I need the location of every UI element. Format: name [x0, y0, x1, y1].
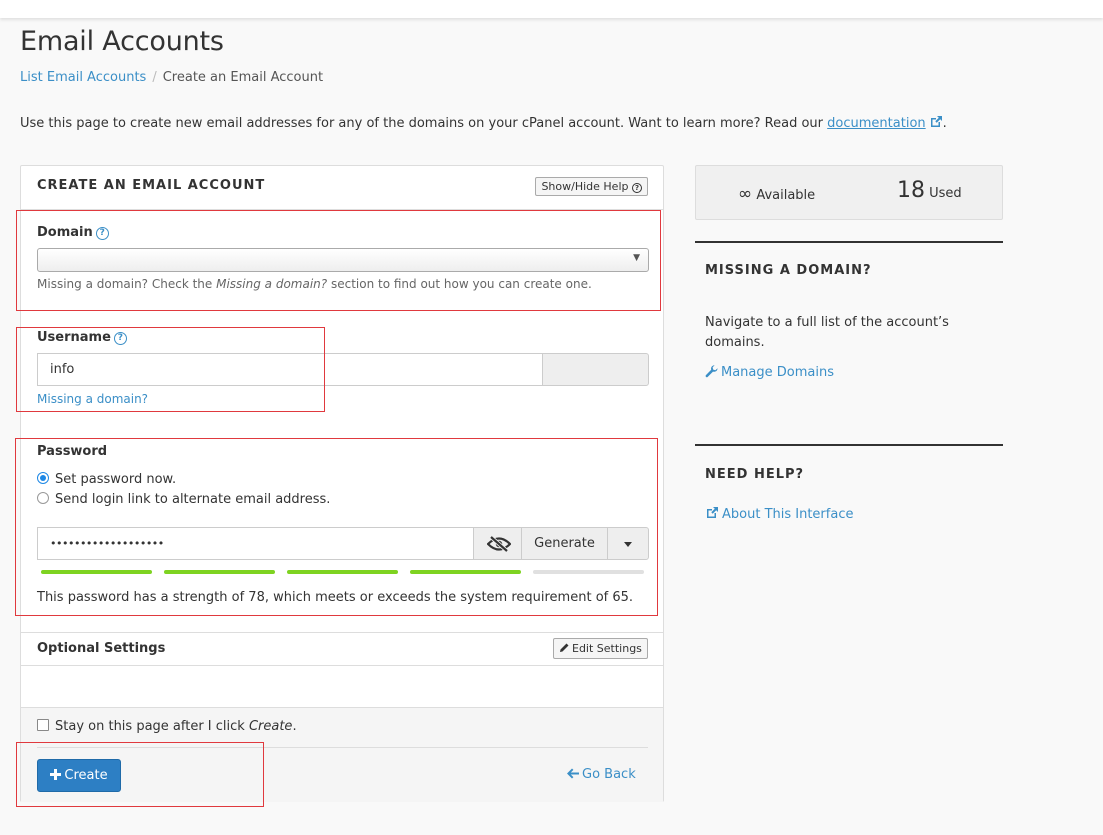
used-count: 18 Used: [897, 178, 962, 203]
stay-on-page-label: Stay on this page after I click Create.: [55, 719, 297, 734]
stay-on-page-label-start: Stay on this page after I click: [55, 719, 249, 734]
username-label-text: Username: [37, 330, 111, 345]
toggle-password-visibility-button[interactable]: [473, 527, 522, 560]
infinity-symbol: ∞: [738, 184, 753, 204]
stay-on-page-label-em: Create: [248, 719, 293, 734]
external-link-icon: [930, 116, 942, 127]
about-interface-label: About This Interface: [722, 507, 854, 522]
domain-help-text-end: section to find out how you can create o…: [327, 277, 592, 291]
strength-meter-segment: [41, 570, 152, 574]
missing-domain-text: Navigate to a full list of the account’s…: [705, 315, 949, 350]
edit-settings-button[interactable]: Edit Settings: [553, 638, 648, 659]
domain-help-text: Missing a domain? Check the Missing a do…: [37, 277, 592, 291]
top-bar: [0, 0, 1103, 18]
panel-header: CREATE AN EMAIL ACCOUNT Show/Hide Help ?: [21, 166, 663, 210]
domain-help-text-em: Missing a domain?: [216, 277, 328, 291]
manage-domains-link[interactable]: Manage Domains: [705, 365, 834, 380]
set-password-now-radio[interactable]: [37, 472, 49, 484]
missing-domain-heading: MISSING A DOMAIN?: [705, 263, 872, 278]
set-password-now-label: Set password now.: [55, 472, 177, 487]
generate-options-dropdown-button[interactable]: [607, 527, 649, 560]
go-back-label: Go Back: [582, 767, 636, 782]
show-hide-help-label: Show/Hide Help: [541, 180, 629, 193]
username-help-icon[interactable]: ?: [113, 332, 127, 345]
question-circle-icon: ?: [632, 183, 642, 193]
create-button[interactable]: Create: [37, 759, 121, 792]
password-label: Password: [37, 444, 108, 459]
send-login-link-label: Send login link to alternate email addre…: [55, 492, 331, 507]
plus-icon: [50, 769, 62, 780]
about-interface-link[interactable]: About This Interface: [705, 506, 853, 522]
password-input[interactable]: •••••••••••••••••••: [37, 527, 474, 560]
create-email-panel: CREATE AN EMAIL ACCOUNT Show/Hide Help ?…: [20, 165, 664, 802]
strength-meter-segment: [533, 570, 644, 574]
external-link-icon: [707, 507, 718, 518]
domain-select[interactable]: ▼: [37, 248, 649, 272]
set-password-now-option[interactable]: Set password now.: [37, 472, 176, 487]
send-login-link-option[interactable]: Send login link to alternate email addre…: [37, 492, 330, 507]
domain-label: Domain?: [37, 225, 109, 240]
divider: [21, 632, 663, 633]
breadcrumb-list-email-accounts[interactable]: List Email Accounts: [20, 70, 146, 85]
used-label: Used: [929, 186, 962, 201]
intro-period: .: [942, 116, 947, 131]
documentation-link[interactable]: documentation: [827, 116, 942, 131]
optional-settings-title: Optional Settings: [37, 641, 166, 656]
form-footer: Stay on this page after I click Create. …: [21, 707, 663, 802]
domain-help-icon[interactable]: ?: [95, 227, 109, 240]
email-account-stats: ∞ Available 18 Used: [695, 165, 1003, 220]
arrow-left-icon: [567, 768, 579, 779]
eye-slash-icon: [487, 536, 511, 552]
divider: [695, 444, 1003, 446]
divider: [21, 665, 663, 666]
available-count: ∞ Available: [738, 184, 815, 204]
stay-on-page-option[interactable]: Stay on this page after I click Create.: [37, 719, 297, 734]
domain-label-text: Domain: [37, 225, 93, 240]
pencil-icon: [560, 643, 569, 652]
stay-on-page-label-end: .: [292, 719, 297, 734]
strength-meter-segment: [164, 570, 275, 574]
manage-domains-label: Manage Domains: [721, 365, 834, 380]
divider: [695, 241, 1003, 243]
edit-settings-label: Edit Settings: [572, 642, 642, 655]
intro-sentence: Use this page to create new email addres…: [20, 116, 824, 131]
panel-title: CREATE AN EMAIL ACCOUNT: [37, 178, 266, 193]
documentation-link-label: documentation: [827, 116, 926, 131]
page-title: Email Accounts: [20, 26, 224, 57]
breadcrumb: List Email Accounts / Create an Email Acco…: [20, 70, 323, 85]
dropdown-arrow-icon: ▼: [633, 253, 640, 263]
password-strength-text: This password has a strength of 78, whic…: [37, 590, 634, 605]
show-hide-help-button[interactable]: Show/Hide Help ?: [535, 177, 648, 196]
generate-password-button[interactable]: Generate: [521, 527, 608, 560]
stay-on-page-checkbox[interactable]: [37, 719, 49, 731]
username-input[interactable]: info: [37, 353, 543, 386]
missing-domain-link[interactable]: Missing a domain?: [37, 392, 148, 406]
domain-help-text-start: Missing a domain? Check the: [37, 277, 217, 291]
available-label: Available: [756, 188, 816, 203]
username-label: Username?: [37, 330, 127, 345]
intro-text: Use this page to create new email addres…: [20, 115, 947, 131]
strength-meter-segment: [410, 570, 521, 574]
divider: [37, 747, 648, 748]
go-back-link[interactable]: Go Back: [567, 767, 636, 782]
used-value: 18: [897, 178, 925, 203]
need-help-heading: NEED HELP?: [705, 467, 805, 482]
send-login-link-radio[interactable]: [37, 492, 49, 504]
username-domain-addon: [542, 353, 649, 386]
breadcrumb-separator: /: [152, 70, 157, 85]
create-button-label: Create: [64, 768, 108, 783]
strength-meter-segment: [287, 570, 398, 574]
breadcrumb-current: Create an Email Account: [162, 70, 324, 85]
wrench-icon: [705, 365, 718, 378]
